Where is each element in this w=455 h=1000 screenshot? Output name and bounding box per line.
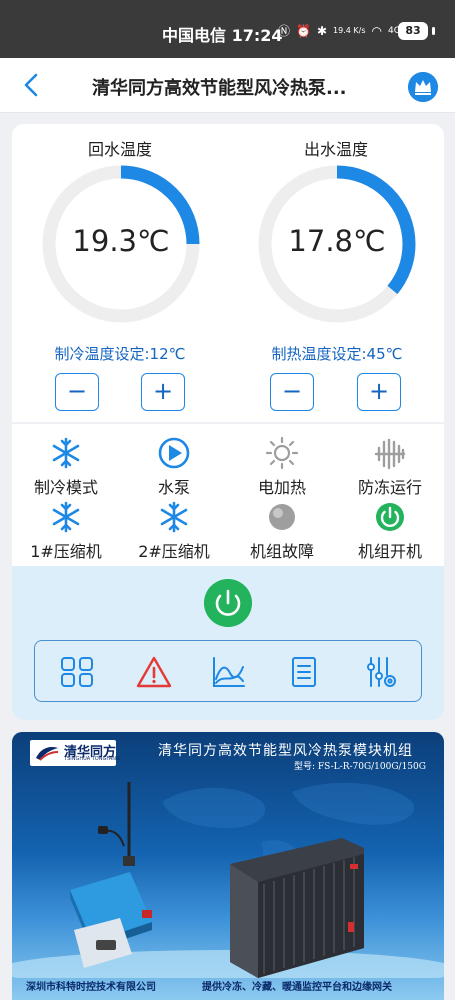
- function-toolbar: [34, 640, 422, 702]
- control-panel-card: 回水温度 19.3℃ 出水温度 17.8℃ 制冷温度设定:12℃ 制热温度设定:…: [12, 124, 444, 720]
- power-icon: [376, 503, 404, 531]
- net-speed: 19.4 K/s: [333, 26, 366, 35]
- status-water-pump: 水泵: [124, 436, 224, 498]
- brand-mark-icon: [36, 747, 59, 761]
- wifi-icon: ◠: [371, 23, 382, 38]
- status-dot-icon: [269, 504, 295, 530]
- status-label: 制冷模式: [33, 478, 98, 497]
- status-unit-on: 机组开机: [340, 500, 440, 562]
- banner-footer-service: 提供冷冻、冷藏、暖通监控平台和边缘网关: [202, 982, 392, 993]
- heating-decrease-button[interactable]: −: [270, 373, 314, 411]
- power-button[interactable]: [204, 579, 252, 627]
- product-banner[interactable]: 清华同方 TSINGHUA TONGFANG 清华同方高效节能型风冷热泵模块机组…: [12, 732, 444, 1000]
- status-label: 1#压缩机: [30, 542, 102, 561]
- document-icon[interactable]: [286, 655, 322, 689]
- status-icons: Ⓝ ⏰ ✱ 19.4 K/s ◠ 4G: [278, 22, 401, 39]
- status-label: 电加热: [257, 478, 306, 497]
- brand-sub: TSINGHUA TONGFANG: [64, 756, 120, 762]
- alarm-icon: ⏰: [296, 23, 311, 38]
- banner-footer-company: 深圳市科特时控技术有限公司: [26, 982, 156, 993]
- cooling-setpoint[interactable]: 制冷温度设定:12℃: [20, 343, 220, 364]
- banner-title: 清华同方高效节能型风冷热泵模块机组: [158, 743, 413, 759]
- snowflake-icon: [52, 501, 80, 533]
- battery-tip-icon: [432, 27, 435, 35]
- status-compressor-2: 2#压缩机: [124, 500, 224, 562]
- control-area: [12, 566, 444, 720]
- trend-chart-icon[interactable]: [211, 655, 247, 689]
- return-water-label: 回水温度: [87, 140, 152, 159]
- section-divider: [12, 422, 444, 424]
- warning-icon[interactable]: [136, 655, 172, 689]
- heating-setpoint[interactable]: 制热温度设定:45℃: [237, 343, 437, 364]
- antenna-icon: [98, 782, 135, 866]
- nfc-icon: Ⓝ: [278, 24, 291, 38]
- cooling-decrease-button[interactable]: −: [55, 373, 99, 411]
- nav-bar: 清华同方高效节能型风冷热泵...: [0, 58, 455, 113]
- status-label: 机组故障: [249, 542, 314, 561]
- page-title: 清华同方高效节能型风冷热泵...: [92, 78, 347, 99]
- crown-icon[interactable]: [408, 72, 438, 102]
- supply-water-value: 17.8℃: [288, 224, 386, 258]
- supply-water-label: 出水温度: [303, 140, 368, 159]
- brand-logo: 清华同方 TSINGHUA TONGFANG: [30, 740, 120, 766]
- status-label: 防冻运行: [357, 478, 422, 497]
- status-label: 2#压缩机: [138, 542, 210, 561]
- antifreeze-icon: [374, 438, 406, 470]
- pump-icon: [158, 437, 190, 469]
- status-unit-fault: 机组故障: [232, 500, 332, 562]
- sun-icon: [265, 436, 299, 470]
- status-bar: 中国电信 17:24 Ⓝ ⏰ ✱ 19.4 K/s ◠ 4G 83: [0, 0, 455, 58]
- cooling-increase-button[interactable]: +: [141, 373, 185, 411]
- heating-increase-button[interactable]: +: [357, 373, 401, 411]
- status-antifreeze: 防冻运行: [340, 436, 440, 498]
- settings-sliders-icon[interactable]: [363, 655, 399, 689]
- banner-model: 型号: FS-L-R-70G/100G/150G: [294, 762, 426, 772]
- grid-icon[interactable]: [59, 655, 95, 689]
- battery-level: 83: [398, 22, 428, 40]
- snowflake-icon: [52, 437, 80, 469]
- return-water-value: 19.3℃: [72, 224, 170, 258]
- banner-illustration: [12, 782, 444, 978]
- carrier-time: 中国电信 17:24: [162, 26, 283, 45]
- chevron-left-icon[interactable]: [20, 72, 44, 98]
- status-electric-heating: 电加热: [232, 436, 332, 498]
- bluetooth-icon: ✱: [316, 23, 328, 38]
- status-label: 机组开机: [357, 542, 422, 561]
- status-cooling-mode: 制冷模式: [16, 436, 116, 498]
- status-compressor-1: 1#压缩机: [16, 500, 116, 562]
- snowflake-icon: [160, 501, 188, 533]
- status-label: 水泵: [157, 478, 190, 497]
